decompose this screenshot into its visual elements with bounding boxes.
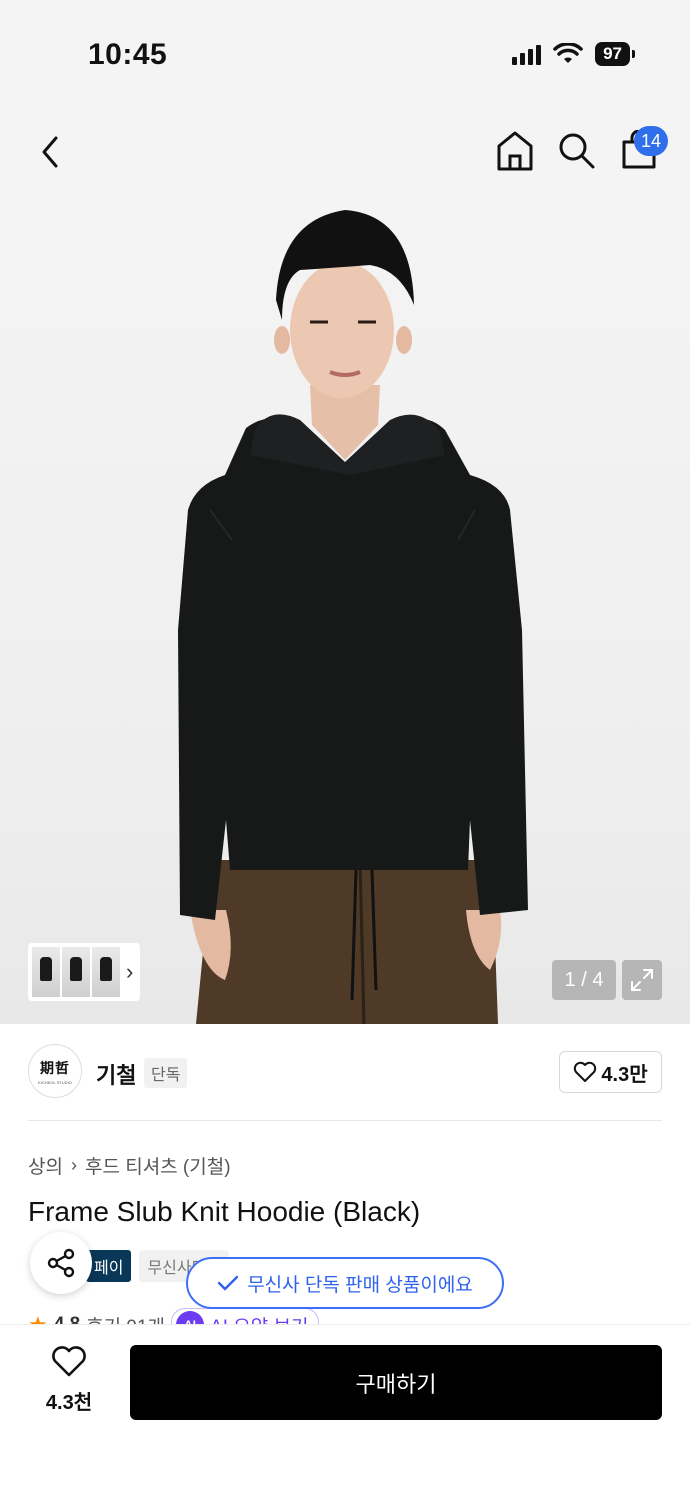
toast-text: 무신사 단독 판매 상품이에요 [247, 1274, 473, 1296]
back-arrow-icon[interactable] [32, 132, 72, 172]
brand-name[interactable]: 기철 [96, 1058, 136, 1090]
brand-like-button[interactable]: 4.3만 [559, 1051, 662, 1093]
breadcrumb-category[interactable]: 상의 [28, 1152, 63, 1179]
home-icon[interactable] [496, 130, 534, 172]
top-nav [0, 100, 690, 210]
product-title: Frame Slub Knit Hoodie (Black) [28, 1196, 421, 1227]
cart-count-badge: 14 [634, 126, 668, 156]
brand-logo-subtext: KICHEOL STUDIO [38, 1079, 72, 1085]
wishlist-count: 4.3천 [45, 1392, 93, 1414]
divider [28, 1120, 662, 1121]
share-icon [47, 1248, 75, 1278]
wifi-icon [553, 43, 583, 63]
product-photo [178, 210, 528, 1024]
product-image[interactable] [0, 210, 690, 1024]
breadcrumb: 상의 › 후드 티셔츠 (기철) [28, 1152, 231, 1179]
search-icon[interactable] [558, 132, 596, 170]
heart-icon [574, 1061, 597, 1082]
tag-pay: 페이 [86, 1250, 132, 1282]
share-button[interactable] [30, 1232, 92, 1294]
thumbnail-3[interactable] [92, 947, 120, 997]
heart-icon [52, 1346, 86, 1377]
status-indicators: 97 [512, 42, 635, 66]
brand-logo[interactable]: 期哲 KICHEOL STUDIO [28, 1044, 82, 1098]
expand-icon [631, 969, 653, 991]
check-icon [217, 1275, 239, 1291]
buy-button[interactable]: 구매하기 [130, 1345, 662, 1420]
chevron-right-icon[interactable]: › [126, 959, 133, 985]
breadcrumb-subcategory[interactable]: 후드 티셔츠 (기철) [85, 1152, 231, 1179]
signal-icon [512, 43, 542, 65]
status-bar: 10:45 97 [0, 0, 690, 100]
brand-logo-mark: 期哲 [40, 1060, 70, 1077]
wishlist-button[interactable]: 4.3천 [36, 1346, 102, 1415]
expand-image-button[interactable] [622, 960, 662, 1000]
chevron-right-icon: › [70, 1155, 77, 1175]
thumbnail-1[interactable] [32, 947, 60, 997]
thumbnail-strip[interactable]: › [28, 943, 140, 1001]
thumbnail-2[interactable] [62, 947, 90, 997]
image-page-counter: 1 / 4 [552, 960, 616, 1000]
exclusive-toast: 무신사 단독 판매 상품이에요 [186, 1257, 504, 1309]
brand-exclusive-tag: 단독 [144, 1058, 188, 1088]
status-time: 10:45 [88, 38, 168, 71]
brand-like-count: 4.3만 [601, 1063, 648, 1086]
battery-indicator: 97 [595, 42, 635, 66]
